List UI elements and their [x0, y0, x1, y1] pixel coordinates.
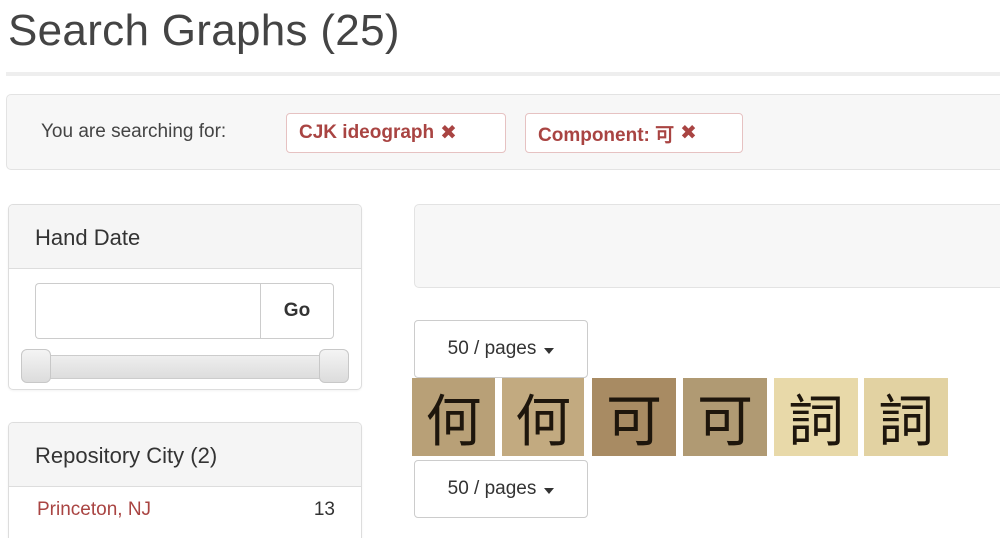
graph-thumbnail[interactable]: 詞	[864, 378, 948, 456]
per-page-label: 50 / pages	[447, 338, 537, 359]
results-info-box	[414, 204, 1000, 288]
glyph-image: 詞	[878, 389, 934, 455]
facet-item-count: 13	[313, 499, 335, 520]
remove-icon[interactable]: ✖	[680, 123, 697, 143]
search-label: You are searching for:	[41, 121, 227, 142]
graph-thumbnail[interactable]: 可	[683, 378, 767, 456]
graph-thumbnail[interactable]: 何	[502, 378, 584, 456]
hand-date-input[interactable]	[35, 283, 261, 339]
repository-city-facet: Repository City (2) Princeton, NJ 13	[8, 422, 362, 538]
date-range-slider[interactable]	[35, 355, 335, 379]
page-title: Search Graphs (25)	[8, 6, 400, 55]
search-tag-label: Component: 可	[538, 124, 675, 146]
glyph-image: 詞	[788, 389, 844, 455]
glyph-image: 何	[515, 389, 571, 455]
per-page-dropdown-top[interactable]: 50 / pages	[414, 320, 588, 378]
graph-thumbnail[interactable]: 可	[592, 378, 676, 456]
caret-down-icon	[544, 347, 555, 354]
search-tag-label: CJK ideograph	[299, 122, 435, 143]
facet-item[interactable]: Princeton, NJ 13	[9, 487, 361, 533]
title-divider	[6, 72, 1000, 76]
glyph-image: 可	[606, 389, 662, 455]
graph-thumbnail[interactable]: 何	[412, 378, 495, 456]
facet-item-label[interactable]: Princeton, NJ	[37, 499, 151, 521]
slider-handle-max[interactable]	[319, 349, 349, 383]
graph-thumbnail[interactable]: 詞	[774, 378, 858, 456]
search-tag-cjk-ideograph[interactable]: CJK ideograph ✖	[286, 113, 506, 153]
go-button[interactable]: Go	[260, 283, 334, 339]
hand-date-facet: Hand Date Go	[8, 204, 362, 390]
slider-handle-min[interactable]	[21, 349, 51, 383]
hand-date-heading[interactable]: Hand Date	[9, 205, 361, 269]
search-tag-component[interactable]: Component: 可 ✖	[525, 113, 743, 153]
per-page-dropdown-bottom[interactable]: 50 / pages	[414, 460, 588, 518]
glyph-image: 何	[425, 389, 482, 455]
caret-down-icon	[544, 487, 555, 494]
remove-icon[interactable]: ✖	[440, 123, 457, 143]
per-page-label: 50 / pages	[447, 478, 537, 499]
glyph-image: 可	[697, 389, 753, 455]
search-constraints-bar: You are searching for: CJK ideograph ✖ C…	[6, 94, 1000, 170]
repository-city-heading[interactable]: Repository City (2)	[9, 423, 361, 487]
